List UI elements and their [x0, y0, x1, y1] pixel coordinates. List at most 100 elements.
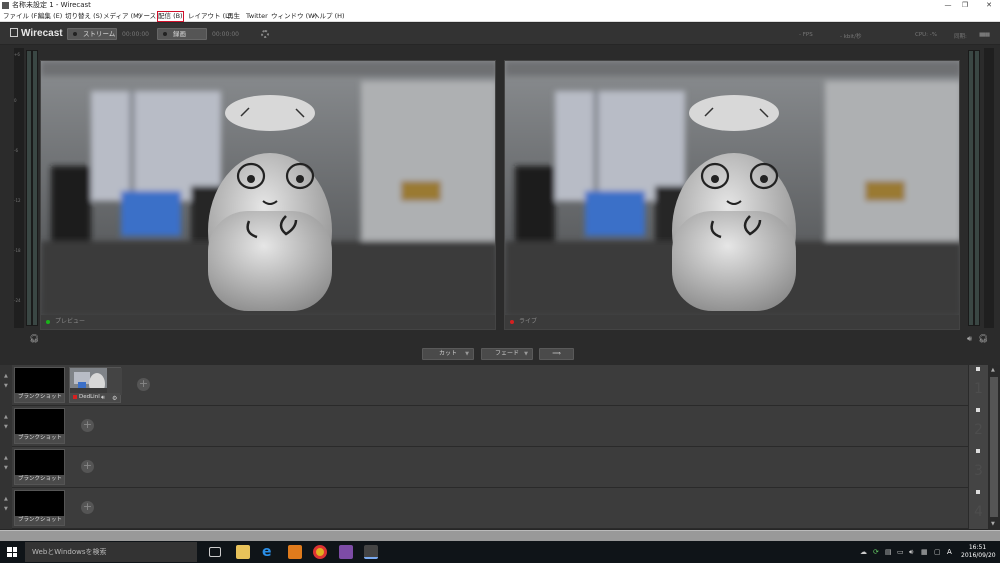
- gear-icon[interactable]: [261, 30, 269, 38]
- shot-label: ブランクショット: [15, 475, 64, 484]
- arrow-down-icon: ▼: [4, 506, 8, 512]
- battery-icon[interactable]: ▭: [897, 548, 905, 556]
- preview-video: [41, 61, 495, 316]
- wirecast-taskbar-icon[interactable]: [364, 545, 378, 559]
- layer-handle[interactable]: ▲ ▼: [0, 365, 12, 406]
- sync-icon[interactable]: ⟳: [873, 548, 881, 556]
- taskbar-search-box[interactable]: WebとWindowsを検索: [25, 542, 197, 562]
- taskbar-clock[interactable]: 16:51 2016/09/20: [961, 544, 996, 560]
- clock-date: 2016/09/20: [961, 552, 996, 559]
- shot-blank[interactable]: ブランクショット: [14, 449, 65, 485]
- menu-source[interactable]: ソース: [137, 12, 156, 21]
- ime-indicator[interactable]: A: [947, 548, 955, 556]
- menu-media[interactable]: メディア (M): [103, 12, 141, 21]
- app-icon[interactable]: [339, 545, 353, 559]
- stream-button[interactable]: ストリーム: [67, 28, 117, 40]
- horizontal-scrollbar[interactable]: [0, 530, 1000, 541]
- chrome-icon[interactable]: [313, 545, 327, 559]
- scrollbar-thumb[interactable]: [990, 377, 998, 517]
- scroll-down-icon[interactable]: ▼: [991, 521, 995, 527]
- stream-indicator-icon: [73, 32, 77, 36]
- live-monitor[interactable]: ライブ: [504, 60, 960, 330]
- menu-window[interactable]: ウィンドウ (W): [271, 12, 317, 21]
- go-button[interactable]: ⟹: [539, 348, 574, 360]
- windows-start-icon[interactable]: [7, 547, 17, 557]
- preview-monitor[interactable]: プレビュー: [40, 60, 496, 330]
- tick-label: -24: [14, 298, 21, 303]
- menu-twitter[interactable]: Twitter: [246, 12, 268, 21]
- transition-controls: カット ▼ フェード ▼ ⟹: [0, 348, 1000, 362]
- layer-visible-icon: [976, 367, 980, 371]
- windows-taskbar: WebとWindowsを検索 e ☁ ⟳ ▤ ▭ 🔊︎ ▦ ▢ A 16:51 …: [0, 541, 1000, 563]
- preview-camera-image: [41, 61, 495, 316]
- layer-number-3[interactable]: 3: [968, 447, 988, 488]
- shot-camera[interactable]: DedLinl 🔊︎ ⚙: [69, 367, 122, 403]
- layer-number-label: 2: [974, 422, 983, 438]
- layer-number-label: 4: [974, 504, 983, 520]
- vertical-scrollbar[interactable]: ▲ ▼: [988, 365, 1000, 530]
- arrow-up-icon: ▲: [4, 496, 8, 502]
- wirecast-logo-icon: [10, 28, 18, 37]
- headphone-icon[interactable]: 🎧︎: [29, 334, 39, 343]
- scroll-up-icon[interactable]: ▲: [991, 367, 995, 373]
- shot-label: ブランクショット: [15, 434, 64, 443]
- shot-blank[interactable]: ブランクショット: [14, 367, 65, 403]
- layer-visible-icon: [976, 449, 980, 453]
- live-led-icon: [510, 320, 514, 324]
- edge-browser-icon[interactable]: e: [262, 545, 276, 559]
- menu-broadcast[interactable]: 配信 (B): [156, 10, 185, 23]
- volume-icon[interactable]: 🔊︎: [101, 394, 105, 402]
- shot-label: ブランクショット: [15, 516, 64, 525]
- layer-number-1[interactable]: 1: [968, 365, 988, 406]
- cpu-readout: CPU: -%: [915, 32, 937, 38]
- headphone-icon[interactable]: 🎧︎: [978, 334, 988, 343]
- volume-icon[interactable]: 🔊︎: [967, 334, 972, 344]
- cloud-icon[interactable]: ☁: [860, 548, 868, 556]
- layer-number-4[interactable]: 4: [968, 488, 988, 529]
- tick-label: -18: [14, 248, 21, 253]
- network-icon[interactable]: ▤: [885, 548, 893, 556]
- file-explorer-icon[interactable]: [236, 545, 250, 559]
- add-shot-button[interactable]: +: [137, 378, 150, 391]
- stream-timer: 00:00:00: [122, 31, 149, 38]
- minimize-button[interactable]: —: [942, 0, 954, 11]
- menu-help[interactable]: ヘルプ (H): [313, 12, 345, 21]
- layer-handle[interactable]: ▲ ▼: [0, 447, 12, 488]
- layer-number-label: 3: [974, 463, 983, 479]
- menu-switch[interactable]: 切り替え (S): [65, 12, 102, 21]
- fade-transition-dropdown[interactable]: フェード ▼: [481, 348, 533, 360]
- record-button[interactable]: 録画: [157, 28, 207, 40]
- sync-meter-icon: ▮▮▮▮▮: [979, 32, 990, 38]
- record-button-label: 録画: [173, 30, 186, 38]
- volume-icon[interactable]: 🔊︎: [909, 548, 917, 556]
- cut-transition-dropdown[interactable]: カット ▼: [422, 348, 474, 360]
- menu-playback[interactable]: 再生: [227, 12, 240, 21]
- add-shot-button[interactable]: +: [81, 419, 94, 432]
- task-view-icon[interactable]: [209, 547, 221, 557]
- left-audio-meter: +6 0 -6 -12 -18 -24: [14, 48, 24, 328]
- add-shot-button[interactable]: +: [81, 501, 94, 514]
- layer-row-3: ▲ ▼ ブランクショット +: [0, 447, 980, 488]
- layer-row-1: ▲ ▼ ブランクショット DedLinl 🔊︎ ⚙ +: [0, 365, 980, 406]
- media-player-icon[interactable]: [288, 545, 302, 559]
- layer-number-2[interactable]: 2: [968, 406, 988, 447]
- tick-label: 0: [14, 98, 17, 103]
- menu-edit[interactable]: 編集 (E): [38, 12, 62, 21]
- add-shot-button[interactable]: +: [81, 460, 94, 473]
- preview-caption: プレビュー: [41, 315, 495, 329]
- shot-blank[interactable]: ブランクショット: [14, 490, 65, 526]
- menu-file[interactable]: ファイル (F): [3, 12, 40, 21]
- layer-handle[interactable]: ▲ ▼: [0, 406, 12, 447]
- notification-icon[interactable]: ▢: [934, 548, 942, 556]
- keyboard-icon[interactable]: ▦: [921, 548, 929, 556]
- menu-layout[interactable]: レイアウト (L): [188, 12, 231, 21]
- clock-time: 16:51: [968, 544, 987, 551]
- tick-label: +6: [14, 52, 20, 57]
- layer-handle[interactable]: ▲ ▼: [0, 488, 12, 529]
- restore-button[interactable]: ❐: [959, 0, 971, 11]
- chevron-down-icon: ▼: [465, 351, 469, 357]
- close-button[interactable]: ✕: [983, 0, 995, 11]
- right-meter-bar: [974, 50, 980, 326]
- shot-blank[interactable]: ブランクショット: [14, 408, 65, 444]
- gear-icon[interactable]: ⚙: [112, 395, 117, 402]
